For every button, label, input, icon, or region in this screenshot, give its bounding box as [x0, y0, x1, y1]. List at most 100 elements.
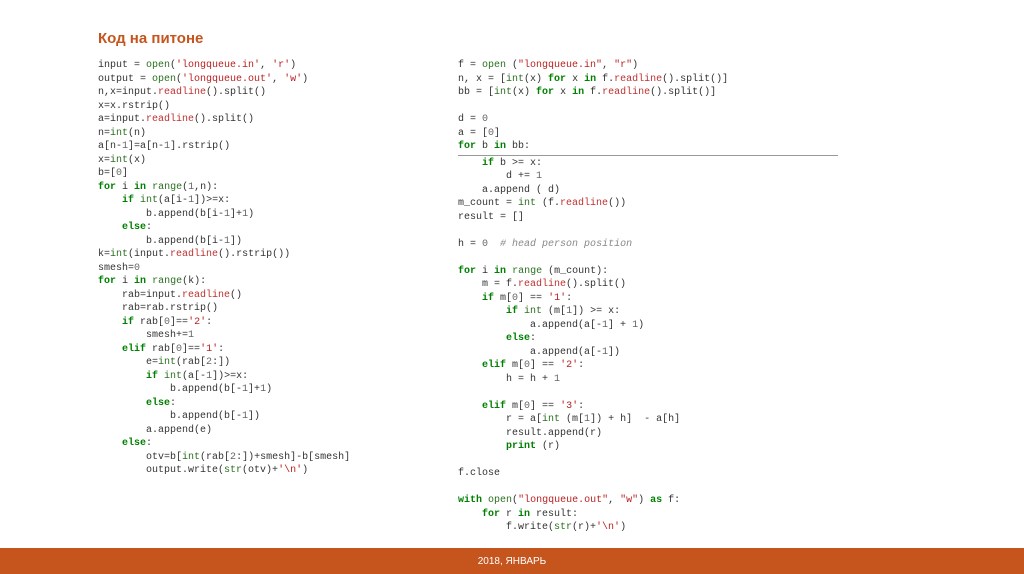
t: b.append(b[-: [98, 411, 242, 422]
t: open: [488, 495, 512, 506]
t: (): [230, 290, 242, 301]
t: ]: [494, 128, 500, 139]
t: as: [650, 495, 662, 506]
t: m[: [506, 360, 524, 371]
t: ,: [272, 74, 284, 85]
t: f.write(: [458, 522, 554, 533]
t: ]): [608, 347, 620, 358]
t: x: [554, 87, 572, 98]
t: bb:: [506, 141, 530, 152]
t: x=x.rstrip(): [98, 101, 170, 112]
t: d =: [458, 114, 482, 125]
t: ]) >= x:: [572, 306, 620, 317]
t: ].rstrip(): [170, 141, 230, 152]
t: for: [458, 509, 500, 520]
t: :: [566, 293, 572, 304]
t: open: [152, 74, 176, 85]
t: ): [302, 465, 308, 476]
t: for: [98, 182, 116, 193]
t: else: [98, 438, 146, 449]
t: ] ==: [530, 360, 560, 371]
t: otv=b[: [98, 452, 182, 463]
t: (n): [128, 128, 146, 139]
t: (x): [512, 87, 536, 98]
t: (m[: [542, 306, 566, 317]
footer-text: 2018, ЯНВАРЬ: [478, 556, 547, 567]
content-area: Код на питоне input = open('longqueue.in…: [0, 0, 1024, 548]
t: (r): [536, 441, 560, 452]
t: :: [218, 344, 224, 355]
t: output.write(: [98, 465, 224, 476]
t: rab[: [146, 344, 176, 355]
t: (x): [128, 155, 146, 166]
t: if: [98, 317, 134, 328]
t: 'w': [284, 74, 302, 85]
t: ().split()]: [650, 87, 716, 98]
t: ]: [122, 168, 128, 179]
t: # head person position: [500, 239, 632, 250]
t: :: [146, 222, 152, 233]
t: b=[: [98, 168, 116, 179]
t: readline: [602, 87, 650, 98]
t: :: [578, 401, 584, 412]
t: ): [638, 495, 650, 506]
t: ): [266, 384, 272, 395]
t: str: [224, 465, 242, 476]
t: result:: [530, 509, 578, 520]
t: ]=a[n-: [128, 141, 164, 152]
t: 0: [482, 114, 488, 125]
t: :: [146, 438, 152, 449]
t: int: [494, 87, 512, 98]
t: ): [632, 60, 638, 71]
t: ): [248, 209, 254, 220]
t: b: [476, 141, 494, 152]
t: :: [578, 360, 584, 371]
t: ): [620, 522, 626, 533]
t: in: [134, 182, 146, 193]
t: int: [110, 249, 128, 260]
t: ,: [602, 60, 614, 71]
t: ]==: [170, 317, 188, 328]
t: for: [536, 87, 554, 98]
t: "longqueue.in": [518, 60, 602, 71]
t: b.append(b[-: [98, 384, 242, 395]
t: in: [518, 509, 530, 520]
slide-title: Код на питоне: [98, 30, 1024, 47]
t: "w": [620, 495, 638, 506]
t: '1': [548, 293, 566, 304]
t: b.append(b[i-: [98, 236, 224, 247]
t: else: [98, 398, 170, 409]
t: (input.: [128, 249, 170, 260]
t: 1: [188, 330, 194, 341]
t: ,n):: [194, 182, 218, 193]
t: readline: [146, 114, 194, 125]
t: str: [554, 522, 572, 533]
t: k=: [98, 249, 110, 260]
t: output =: [98, 74, 152, 85]
t: for: [458, 266, 476, 277]
t: ,: [260, 60, 272, 71]
t: h =: [458, 239, 482, 250]
t: '3': [560, 401, 578, 412]
t: m_count =: [458, 198, 518, 209]
t: a.append ( d): [458, 185, 560, 196]
t: (m_count):: [542, 266, 608, 277]
t: [458, 482, 464, 493]
t: m = f.: [458, 279, 518, 290]
t: readline: [158, 87, 206, 98]
t: int: [158, 357, 176, 368]
t: ): [290, 60, 296, 71]
t: :: [530, 333, 536, 344]
t: (a[i-: [158, 195, 188, 206]
t: range: [152, 182, 182, 193]
t: ().split()]: [662, 74, 728, 85]
t: int: [110, 128, 128, 139]
t: ): [638, 320, 644, 331]
divider-line: [458, 155, 838, 156]
t: [458, 441, 506, 452]
t: [488, 239, 500, 250]
t: ]): [248, 411, 260, 422]
t: d +=: [458, 171, 536, 182]
t: (a[-: [182, 371, 206, 382]
t: i: [116, 276, 134, 287]
